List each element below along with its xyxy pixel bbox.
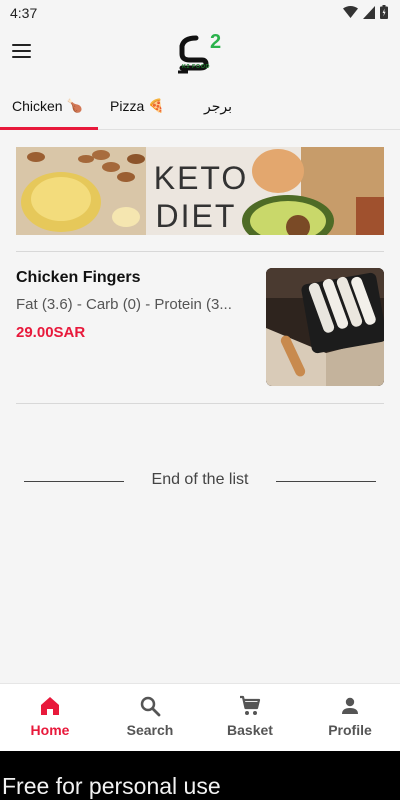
search-icon xyxy=(140,696,161,717)
tab-label: برجر xyxy=(204,98,232,114)
chicken-leg-icon: 🍗 xyxy=(66,98,83,113)
item-nutrition: Fat (3.6) - Carb (0) - Protein (3... xyxy=(16,296,232,313)
nav-label: Profile xyxy=(328,722,372,738)
signal-icon xyxy=(363,5,375,19)
bottom-navigation: Home Search Basket Profile xyxy=(0,683,400,751)
end-line-right xyxy=(276,481,376,482)
watermark-text: Free for personal use xyxy=(2,773,221,799)
end-of-list: End of the list xyxy=(24,470,376,492)
active-tab-indicator xyxy=(0,127,98,130)
status-bar: 4:37 xyxy=(0,0,400,26)
tab-burger[interactable]: برجر xyxy=(204,98,232,115)
category-tabs: Chicken 🍗 Pizza 🍕 برجر xyxy=(0,86,400,130)
tab-label: Pizza xyxy=(110,98,145,114)
profile-icon xyxy=(342,697,358,714)
battery-icon xyxy=(380,5,388,19)
nav-profile[interactable]: Profile xyxy=(300,694,400,738)
nav-label: Basket xyxy=(227,722,273,738)
app-header: 2 K2 FOOD xyxy=(0,26,400,82)
logo-mark: 2 xyxy=(210,31,221,53)
home-icon xyxy=(41,697,59,715)
keto-diet-banner-image: KETO DIET xyxy=(16,147,384,235)
divider xyxy=(16,251,384,252)
banner-title-line2: DIET xyxy=(156,198,237,234)
nav-label: Search xyxy=(126,722,174,738)
item-image xyxy=(266,268,384,386)
item-name: Chicken Fingers xyxy=(16,269,141,286)
hamburger-menu-icon[interactable] xyxy=(12,40,36,64)
tab-chicken[interactable]: Chicken 🍗 xyxy=(12,98,83,114)
chicken-fingers-photo xyxy=(266,268,384,386)
nav-label: Home xyxy=(30,722,70,738)
promo-banner[interactable]: KETO DIET xyxy=(16,147,384,235)
status-time: 4:37 xyxy=(10,5,38,21)
watermark-bar: Free for personal use xyxy=(0,751,400,800)
pizza-icon: 🍕 xyxy=(148,98,165,113)
cart-icon xyxy=(240,695,261,715)
menu-item-card[interactable]: Chicken Fingers Fat (3.6) - Carb (0) - P… xyxy=(16,268,384,386)
item-price: 29.00SAR xyxy=(16,324,86,341)
status-icons xyxy=(343,5,388,19)
nav-home[interactable]: Home xyxy=(0,694,100,738)
nav-basket[interactable]: Basket xyxy=(200,694,300,738)
tab-pizza[interactable]: Pizza 🍕 xyxy=(110,98,164,114)
tab-label: Chicken xyxy=(12,98,63,114)
wifi-icon xyxy=(343,5,358,18)
divider xyxy=(16,403,384,404)
banner-title-line1: KETO xyxy=(154,160,249,196)
logo-subtitle: K2 FOOD xyxy=(182,64,210,70)
nav-search[interactable]: Search xyxy=(100,694,200,738)
end-of-list-text: End of the list xyxy=(151,471,249,488)
